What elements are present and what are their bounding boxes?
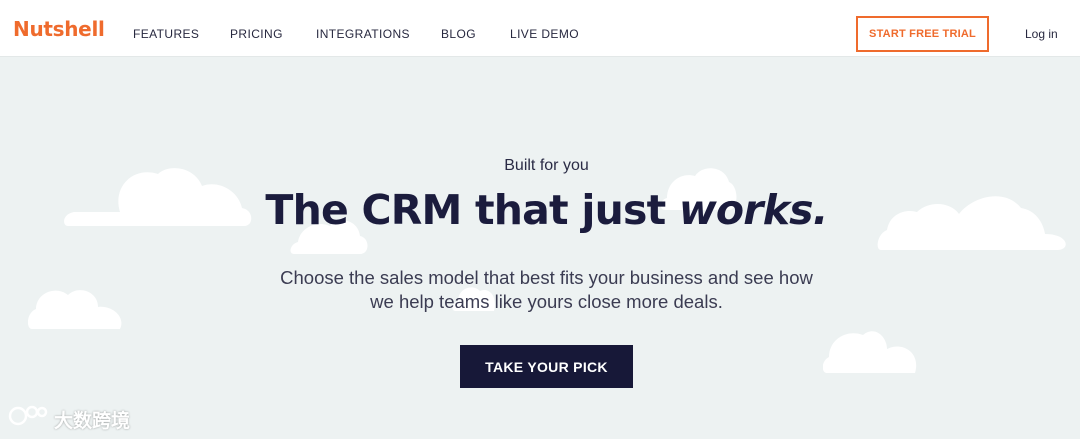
hero-eyebrow: Built for you — [504, 157, 589, 174]
hero-headline: The CRM that just works. — [0, 184, 1080, 236]
nav-link-live-demo[interactable]: LIVE DEMO — [510, 27, 579, 41]
nav-link-blog[interactable]: BLOG — [441, 27, 476, 41]
take-your-pick-button[interactable]: TAKE YOUR PICK — [460, 345, 633, 388]
cloud-decoration — [823, 327, 919, 373]
start-free-trial-button[interactable]: START FREE TRIAL — [856, 16, 989, 52]
hero-subtext: Choose the sales model that best fits yo… — [0, 266, 1080, 314]
nav-link-features[interactable]: FEATURES — [133, 27, 199, 41]
watermark: 大数跨境 — [8, 403, 130, 435]
nav-link-integrations[interactable]: INTEGRATIONS — [316, 27, 410, 41]
login-link[interactable]: Log in — [1025, 27, 1058, 41]
subtext-line-2: we help teams like yours close more deal… — [370, 291, 723, 312]
nav-link-pricing[interactable]: PRICING — [230, 27, 283, 41]
main-nav: FEATURES PRICING INTEGRATIONS BLOG LIVE … — [0, 0, 600, 57]
headline-text: The CRM that just — [265, 186, 679, 234]
watermark-logo-icon — [8, 403, 48, 435]
top-navbar: Nutshell FEATURES PRICING INTEGRATIONS B… — [0, 0, 1080, 57]
watermark-text: 大数跨境 — [54, 410, 131, 432]
subtext-line-1: Choose the sales model that best fits yo… — [280, 267, 813, 288]
headline-emphasis: works. — [678, 186, 829, 234]
